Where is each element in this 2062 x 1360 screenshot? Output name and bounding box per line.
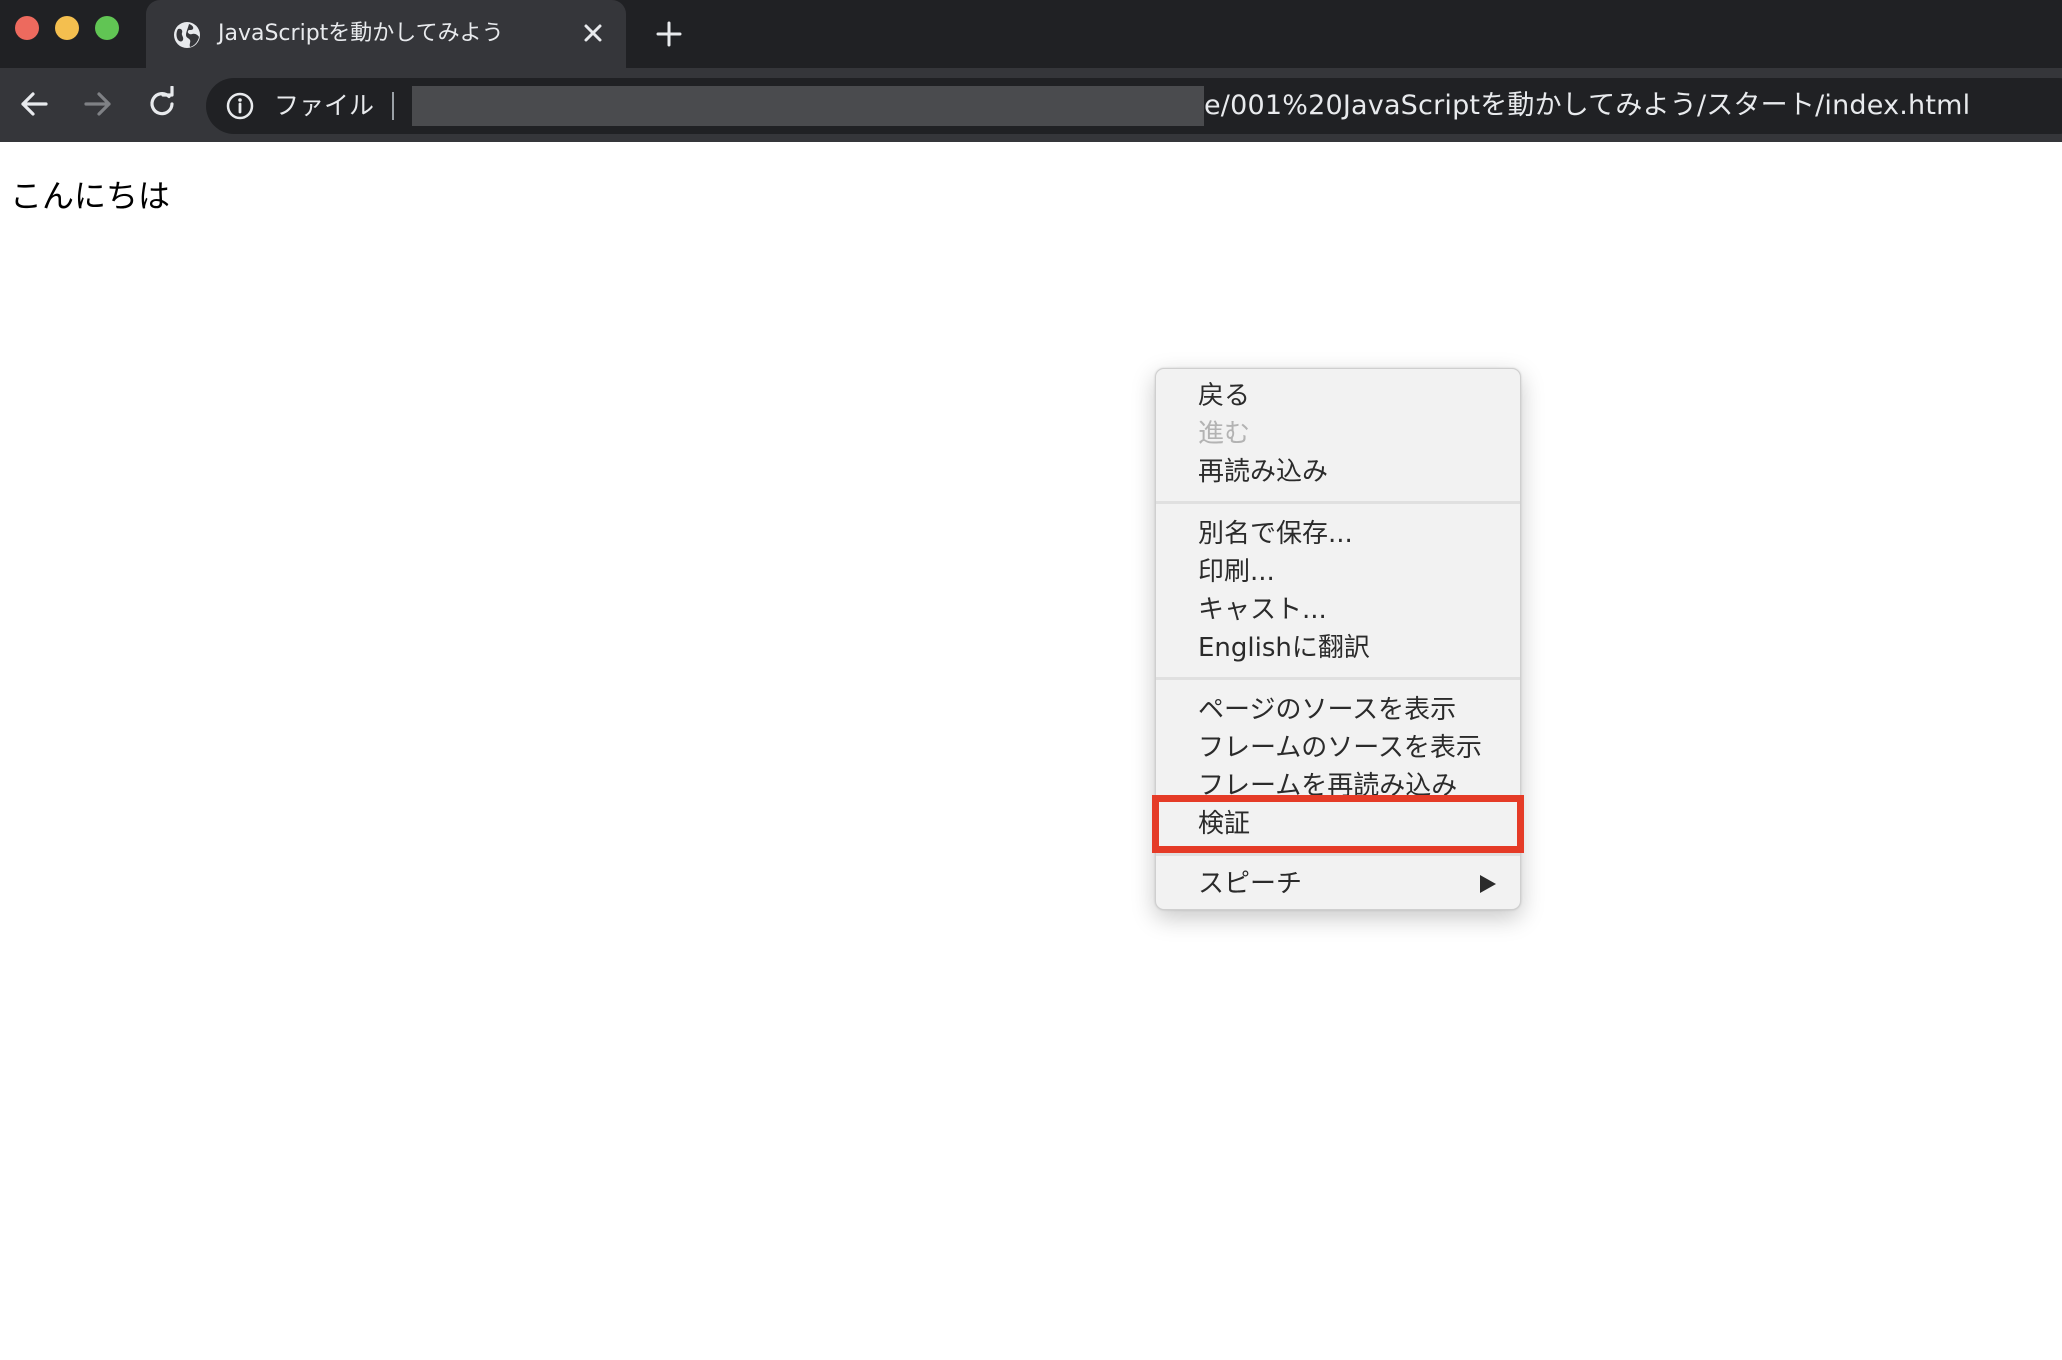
- menu-item-speech[interactable]: スピーチ: [1198, 865, 1302, 903]
- menu-separator: [1156, 853, 1520, 856]
- menu-item-print[interactable]: 印刷...: [1198, 553, 1275, 591]
- tab-title: JavaScriptを動かしてみよう: [218, 21, 504, 46]
- menu-item-forward: 進む: [1198, 419, 1251, 449]
- menu-item-cast[interactable]: キャスト...: [1198, 591, 1327, 629]
- menu-item-translate[interactable]: Englishに翻訳: [1198, 629, 1370, 667]
- url-text[interactable]: e/001%20JavaScriptを動かしてみよう/スタート/index.ht…: [1204, 88, 1970, 124]
- inspect-highlight-box: [1152, 795, 1524, 853]
- submenu-arrow-icon: [1480, 875, 1496, 893]
- chip-divider: [392, 92, 394, 120]
- browser-toolbar: ファイル e/001%20JavaScriptを動かしてみよう/スタート/ind…: [0, 68, 2062, 142]
- info-icon[interactable]: [226, 92, 254, 120]
- tab-strip: JavaScriptを動かしてみよう: [0, 0, 2062, 68]
- url-redaction: [412, 86, 1204, 126]
- close-window-button[interactable]: [15, 16, 39, 40]
- close-icon[interactable]: [582, 22, 604, 44]
- globe-icon: [174, 22, 200, 48]
- arrow-left-icon[interactable]: [16, 86, 52, 122]
- active-tab[interactable]: JavaScriptを動かしてみよう: [146, 0, 626, 68]
- maximize-window-button[interactable]: [95, 16, 119, 40]
- plus-icon[interactable]: [655, 20, 683, 48]
- minimize-window-button[interactable]: [55, 16, 79, 40]
- menu-separator: [1156, 501, 1520, 504]
- page-body-text: こんにちは: [10, 177, 171, 215]
- file-chip-label: ファイル: [274, 91, 375, 120]
- menu-item-view-page-source[interactable]: ページのソースを表示: [1198, 691, 1456, 729]
- menu-item-back[interactable]: 戻る: [1198, 377, 1250, 415]
- menu-item-save-as[interactable]: 別名で保存...: [1198, 515, 1353, 553]
- menu-separator: [1156, 677, 1520, 680]
- menu-item-view-frame-source[interactable]: フレームのソースを表示: [1198, 729, 1482, 767]
- menu-item-reload[interactable]: 再読み込み: [1198, 453, 1328, 491]
- reload-icon[interactable]: [144, 86, 180, 122]
- address-bar[interactable]: ファイル e/001%20JavaScriptを動かしてみよう/スタート/ind…: [206, 78, 2062, 134]
- arrow-right-icon[interactable]: [80, 86, 116, 122]
